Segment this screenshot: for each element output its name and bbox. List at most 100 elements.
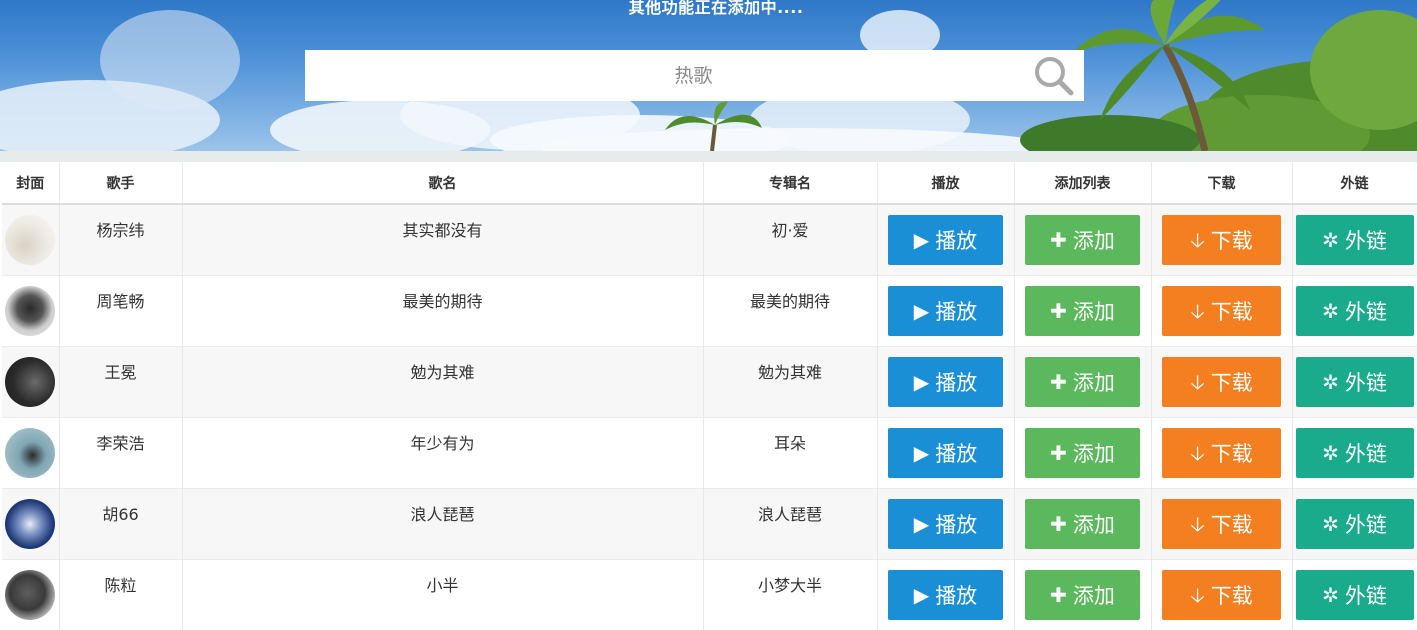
arrow-down-icon: 🡣	[1190, 582, 1205, 607]
play-button[interactable]: ▶ 播放	[888, 498, 1003, 549]
play-button[interactable]: ▶ 播放	[888, 356, 1003, 407]
add-cell: ✚ 添加	[1014, 203, 1152, 275]
table-row: 杨宗纬 其实都没有 初·爱 ▶ 播放 ✚ 添加 🡣 下载 ✲ 外链	[2, 203, 1417, 275]
puzzle-icon: ✲	[1322, 511, 1339, 536]
play-button[interactable]: ▶ 播放	[888, 569, 1003, 620]
download-button-label: 下载	[1210, 370, 1253, 395]
download-button[interactable]: 🡣 下载	[1162, 569, 1281, 620]
add-button-label: 添加	[1072, 299, 1115, 324]
external-link-button[interactable]: ✲ 外链	[1295, 569, 1414, 620]
download-cell: 🡣 下载	[1151, 416, 1293, 488]
singer-cell: 李荣浩	[59, 416, 183, 488]
add-to-list-button[interactable]: ✚ 添加	[1025, 215, 1140, 265]
external-link-button[interactable]: ✲ 外链	[1295, 498, 1414, 549]
play-button-label: 播放	[935, 299, 978, 324]
external-link-button[interactable]: ✲ 外链	[1295, 356, 1414, 407]
add-cell: ✚ 添加	[1014, 274, 1152, 346]
download-button-label: 下载	[1210, 441, 1253, 466]
puzzle-icon: ✲	[1322, 582, 1339, 607]
download-button-label: 下载	[1210, 299, 1253, 324]
link-cell: ✲ 外链	[1292, 274, 1417, 346]
album-cover-avatar[interactable]	[5, 427, 56, 478]
play-cell: ▶ 播放	[877, 203, 1015, 275]
arrow-down-icon: 🡣	[1190, 369, 1205, 394]
column-header-download: 下载	[1151, 162, 1293, 205]
search-icon[interactable]	[1024, 50, 1084, 101]
arrow-down-icon: 🡣	[1190, 440, 1205, 465]
album-cover-avatar[interactable]	[5, 215, 56, 265]
table-row: 周笔畅 最美的期待 最美的期待 ▶ 播放 ✚ 添加 🡣 下载 ✲ 外链	[2, 274, 1417, 346]
plus-icon: ✚	[1050, 298, 1067, 323]
play-triangle-icon: ▶	[913, 440, 930, 465]
arrow-down-icon: 🡣	[1190, 228, 1205, 252]
add-cell: ✚ 添加	[1014, 558, 1152, 630]
link-button-label: 外链	[1344, 229, 1387, 253]
add-to-list-button[interactable]: ✚ 添加	[1025, 569, 1140, 620]
song-table: 封面 歌手 歌名 专辑名 播放 添加列表 下载 外链 杨宗纬 其实都没有 初·爱…	[2, 162, 1417, 630]
add-button-label: 添加	[1072, 370, 1115, 395]
link-button-label: 外链	[1344, 370, 1387, 395]
add-cell: ✚ 添加	[1014, 487, 1152, 559]
play-cell: ▶ 播放	[877, 274, 1015, 346]
add-to-list-button[interactable]: ✚ 添加	[1025, 498, 1140, 549]
column-header-add-to-list: 添加列表	[1014, 162, 1152, 205]
download-button[interactable]: 🡣 下载	[1162, 356, 1281, 407]
external-link-button[interactable]: ✲ 外链	[1295, 285, 1414, 336]
album-cover-avatar[interactable]	[5, 356, 56, 407]
album-cover-avatar[interactable]	[5, 498, 56, 549]
cover-cell	[2, 274, 60, 346]
search-input[interactable]	[305, 50, 1024, 101]
album-cell: 最美的期待	[703, 274, 878, 346]
add-button-label: 添加	[1072, 229, 1115, 253]
table-header-row: 封面 歌手 歌名 专辑名 播放 添加列表 下载 外链	[2, 162, 1417, 205]
album-cell: 耳朵	[703, 416, 878, 488]
play-triangle-icon: ▶	[913, 228, 930, 252]
table-row: 陈粒 小半 小梦大半 ▶ 播放 ✚ 添加 🡣 下载 ✲ 外链	[2, 558, 1417, 630]
add-to-list-button[interactable]: ✚ 添加	[1025, 427, 1140, 478]
add-to-list-button[interactable]: ✚ 添加	[1025, 356, 1140, 407]
add-button-label: 添加	[1072, 512, 1115, 537]
link-button-label: 外链	[1344, 583, 1387, 608]
arrow-down-icon: 🡣	[1190, 298, 1205, 323]
add-to-list-button[interactable]: ✚ 添加	[1025, 285, 1140, 336]
play-triangle-icon: ▶	[913, 369, 930, 394]
plus-icon: ✚	[1050, 511, 1067, 536]
download-button[interactable]: 🡣 下载	[1162, 427, 1281, 478]
plus-icon: ✚	[1050, 440, 1067, 465]
play-button[interactable]: ▶ 播放	[888, 427, 1003, 478]
play-button-label: 播放	[935, 583, 978, 608]
singer-cell: 周笔畅	[59, 274, 183, 346]
arrow-down-icon: 🡣	[1190, 511, 1205, 536]
download-button-label: 下载	[1210, 229, 1253, 253]
cover-cell	[2, 203, 60, 275]
header-banner: 其他功能正在添加中....	[0, 0, 1417, 151]
table-row: 王冕 勉为其难 勉为其难 ▶ 播放 ✚ 添加 🡣 下载 ✲ 外链	[2, 345, 1417, 417]
external-link-button[interactable]: ✲ 外链	[1295, 427, 1414, 478]
album-cover-avatar[interactable]	[5, 569, 56, 620]
column-header-cover: 封面	[2, 162, 60, 205]
cover-cell	[2, 416, 60, 488]
download-cell: 🡣 下载	[1151, 274, 1293, 346]
play-triangle-icon: ▶	[913, 511, 930, 536]
add-button-label: 添加	[1072, 583, 1115, 608]
album-cell: 勉为其难	[703, 345, 878, 417]
column-header-play: 播放	[877, 162, 1015, 205]
singer-cell: 陈粒	[59, 558, 183, 630]
song-cell: 勉为其难	[182, 345, 704, 417]
cover-cell	[2, 487, 60, 559]
download-button[interactable]: 🡣 下载	[1162, 215, 1281, 265]
banner-notice-text: 其他功能正在添加中....	[628, 0, 804, 17]
download-cell: 🡣 下载	[1151, 203, 1293, 275]
play-button[interactable]: ▶ 播放	[888, 285, 1003, 336]
link-button-label: 外链	[1344, 512, 1387, 537]
play-button[interactable]: ▶ 播放	[888, 215, 1003, 265]
external-link-button[interactable]: ✲ 外链	[1295, 215, 1414, 265]
column-header-external-link: 外链	[1292, 162, 1417, 205]
download-button[interactable]: 🡣 下载	[1162, 498, 1281, 549]
play-cell: ▶ 播放	[877, 487, 1015, 559]
link-button-label: 外链	[1344, 299, 1387, 324]
album-cover-avatar[interactable]	[5, 285, 56, 336]
singer-cell: 杨宗纬	[59, 203, 183, 275]
play-cell: ▶ 播放	[877, 558, 1015, 630]
download-button[interactable]: 🡣 下载	[1162, 285, 1281, 336]
